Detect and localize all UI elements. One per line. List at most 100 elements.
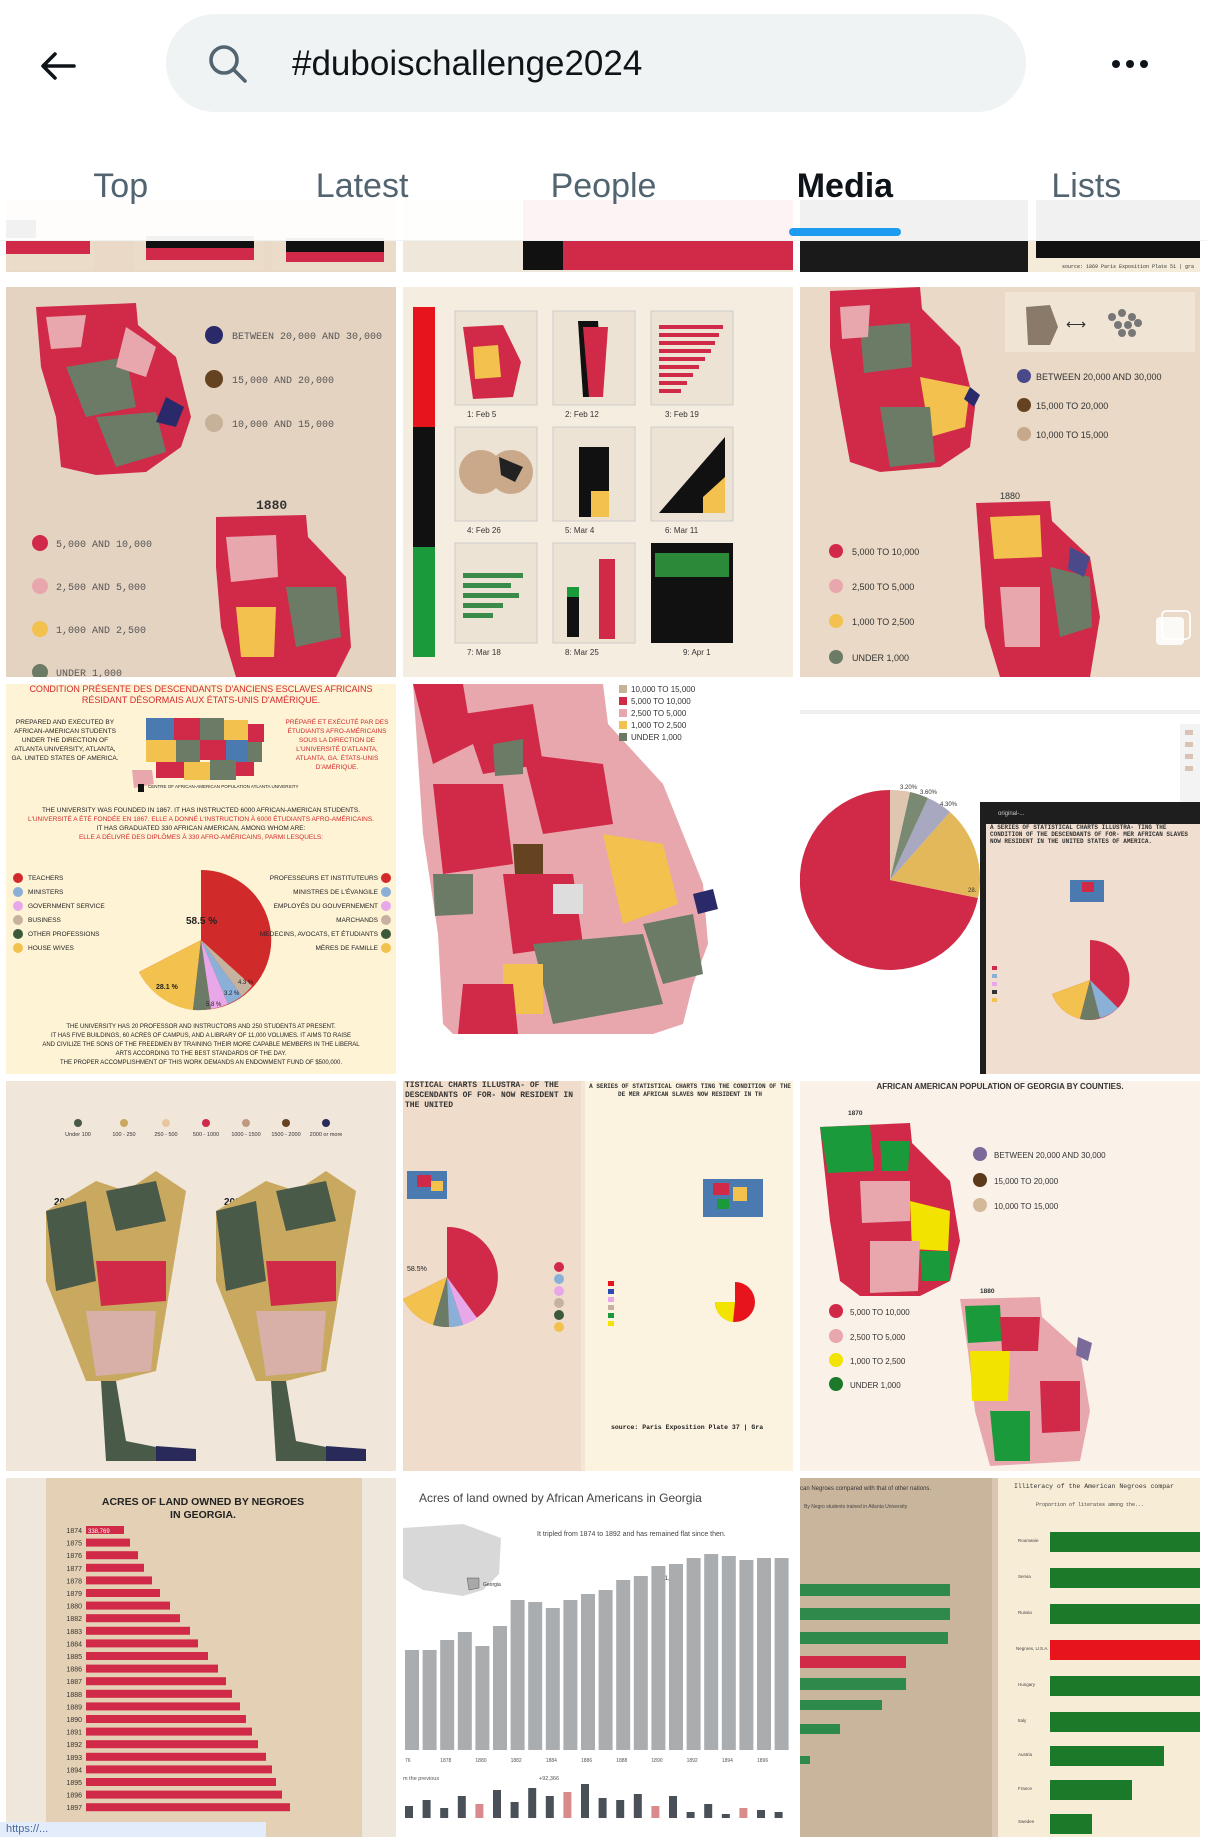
search-box[interactable]	[166, 14, 1026, 112]
t11-bar	[633, 1576, 648, 1750]
back-button[interactable]	[30, 38, 86, 94]
t4-left-text: PREPARED AND EXECUTED BY AFRICAN-AMERICA…	[11, 719, 119, 762]
t11-change-bar	[493, 1790, 501, 1818]
t11-change-bar	[669, 1796, 677, 1818]
legend-dot	[205, 326, 223, 344]
t7-legend-2: 250 - 500	[154, 1132, 177, 1138]
t7-legend-0: Under 100	[65, 1132, 91, 1138]
t4-legend-left-4: OTHER PROFESSIONS	[28, 931, 100, 938]
t9-legend-bottom-0: 5,000 TO 10,000	[850, 1308, 910, 1317]
search-tabs: Top Latest People Media Lists	[0, 132, 1207, 240]
t11-bar	[669, 1564, 683, 1750]
more-options-button[interactable]	[1100, 36, 1160, 92]
media-tile-acres-bar-chart[interactable]: ACRES OF LAND OWNED BY NEGROES IN GEORGI…	[6, 1478, 396, 1837]
t3-legend-bottom-2: 1,000 TO 2,500	[852, 617, 914, 627]
t10-bar	[86, 1576, 152, 1585]
t11-year-label: 1882	[511, 1758, 522, 1764]
t11-year-label: 1890	[651, 1758, 662, 1764]
t11-change-bars	[405, 1784, 783, 1818]
t12-left-subtitle: By Negro students trained in Atlanta Uni…	[804, 1504, 908, 1510]
tab-latest[interactable]: Latest	[241, 132, 482, 240]
media-tile-acres-modern-chart[interactable]: Acres of land owned by African Americans…	[403, 1478, 793, 1837]
media-tile-illiteracy-charts[interactable]: can Negroes compared with that of other …	[800, 1478, 1200, 1837]
legend-dot	[32, 535, 48, 551]
t12-right-title: Illiteracy of the American Negroes compa…	[1014, 1483, 1174, 1490]
t2-caption-8: 9: Apr 1	[683, 648, 711, 657]
t10-year-label: 1887	[66, 1679, 82, 1686]
media-tile-georgia-counties[interactable]: AFRICAN AMERICAN POPULATION OF GEORGIA B…	[800, 1081, 1200, 1471]
legend-dot	[205, 414, 223, 432]
t10-bar	[86, 1702, 240, 1711]
t9-legend-top-0: BETWEEN 20,000 AND 30,000	[994, 1151, 1106, 1160]
t9-year-top: 1870	[848, 1110, 863, 1117]
t11-change-bar	[405, 1806, 413, 1818]
tab-people[interactable]: People	[483, 132, 724, 240]
media-grid: source: 1869 Paris Exposition Plate 51 |…	[0, 0, 1207, 1837]
t11-bar	[721, 1556, 736, 1750]
t8-right-title: A SERIES OF STATISTICAL CHARTS TING THE …	[589, 1083, 791, 1098]
t11-bar	[457, 1632, 472, 1750]
t8-source: source: Paris Exposition Plate 37 | Gra	[611, 1424, 763, 1431]
t10-year-label: 1884	[66, 1641, 82, 1648]
media-tile-pie-screenshot[interactable]: 3.20% 3.60% 4.30% 28. original-... A SER…	[800, 684, 1200, 1074]
t11-bar	[545, 1608, 560, 1750]
sd-map-2020	[216, 1171, 366, 1461]
t10-first-value: 338,769	[88, 1529, 110, 1535]
t4-body-3: IT HAS GRADUATED 330 AFRICAN AMERICAN, A…	[97, 825, 306, 832]
legend-dot	[32, 621, 48, 637]
t10-bar	[86, 1752, 266, 1761]
t4-footer-2: IT HAS FIVE BUILDINGS, 60 ACRES OF CAMPU…	[51, 1033, 351, 1039]
t11-change-bar	[563, 1792, 572, 1818]
tab-media[interactable]: Media	[724, 132, 965, 240]
media-tile-georgia-map-2[interactable]: ⟷ BETWEEN 20,000 AND 30,000 15,000 TO 20…	[800, 287, 1200, 677]
t10-year-label: 1875	[66, 1541, 82, 1548]
t11-change-bar	[757, 1810, 765, 1818]
media-tile-san-diego-maps[interactable]: Under 100 100 - 250 250 - 500 500 - 1000…	[6, 1081, 396, 1471]
t4-map-label: CENTRE OF AFRICAN-AMERICAN POPULATION AT…	[148, 784, 299, 789]
t1-legend-top-2: 10,000 AND 15,000	[232, 420, 334, 431]
t9-legend-top-1: 15,000 TO 20,000	[994, 1177, 1059, 1186]
search-input[interactable]	[290, 34, 984, 94]
t10-bar	[86, 1677, 226, 1686]
t4-legend-left-5: HOUSE WIVES	[28, 945, 75, 952]
t4-title: CONDITION PRÉSENTE DES DESCENDANTS D'ANC…	[29, 684, 373, 705]
t6-window-title: original-...	[998, 811, 1025, 817]
t11-year-label: 1884	[546, 1758, 557, 1764]
t12-country-0: Roumanie	[1018, 1538, 1039, 1543]
t11-bar	[651, 1566, 666, 1750]
media-tile-challenge-collage[interactable]: 1: Feb 5 2: Feb 12 3: Feb 19 4: Feb 26 5…	[403, 287, 793, 677]
tab-label: Top	[93, 166, 149, 205]
media-tile-georgia-map-3[interactable]: 10,000 TO 15,000 5,000 TO 10,000 2,500 T…	[403, 684, 793, 1074]
t10-bar	[86, 1614, 180, 1623]
media-tile-atlanta-university-chart[interactable]: CONDITION PRÉSENTE DES DESCENDANTS D'ANC…	[6, 684, 396, 1074]
t9-legend-bottom-1: 2,500 TO 5,000	[850, 1333, 906, 1342]
t11-year-label: 1888	[616, 1758, 627, 1764]
t11-change-bar	[721, 1814, 730, 1818]
media-tile-statistical-charts-pair[interactable]: TISTICAL CHARTS ILLUSTRA- OF THE DESCEND…	[403, 1081, 793, 1471]
t2-caption-3: 4: Feb 26	[467, 526, 501, 535]
tab-lists[interactable]: Lists	[966, 132, 1207, 240]
t4-pie-label-2: 4.3 %	[238, 980, 254, 986]
t1-legend-top-1: 15,000 AND 20,000	[232, 376, 334, 387]
t10-year-label: 1892	[66, 1742, 82, 1749]
t11-change-label: m the previous	[403, 1776, 439, 1782]
t11-change-bar	[704, 1804, 713, 1818]
t11-bar	[405, 1650, 419, 1750]
t4-legend-right-2: EMPLOYÉS DU GOUVERNEMENT	[274, 901, 378, 910]
t10-bar	[86, 1765, 272, 1774]
t10-year-label: 1893	[66, 1755, 82, 1762]
t10-year-label: 1885	[66, 1654, 82, 1661]
t11-bar	[422, 1650, 437, 1750]
t4-body-1: THE UNIVERSITY WAS FOUNDED IN 1867. IT H…	[42, 807, 360, 814]
svg-text:⟷: ⟷	[1066, 316, 1086, 332]
t5-legend-0: 10,000 TO 15,000	[631, 685, 696, 694]
t4-legend-left-1: MINISTERS	[28, 889, 64, 896]
tab-top[interactable]: Top	[0, 132, 241, 240]
t11-year-label: 1896	[757, 1758, 768, 1764]
t11-change-bar	[581, 1784, 589, 1818]
t12-country-5: Italy	[1018, 1718, 1027, 1723]
t7-legend-5: 1500 - 2000	[271, 1132, 300, 1138]
t1-legend-bottom-3: UNDER 1,000	[56, 669, 122, 677]
tab-label: Latest	[315, 166, 409, 205]
media-tile-georgia-map-1[interactable]: BETWEEN 20,000 AND 30,000 15,000 AND 20,…	[6, 287, 396, 677]
